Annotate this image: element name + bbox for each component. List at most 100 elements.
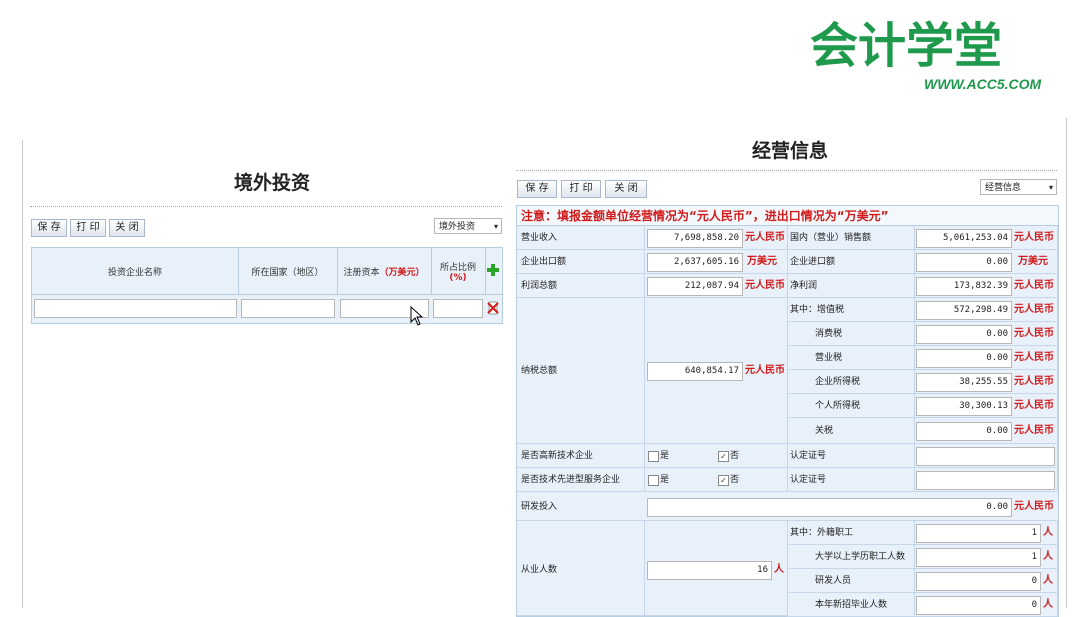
col-header-capital: 注册资本 （万美元） bbox=[337, 248, 432, 294]
advservice-yes-checkbox[interactable] bbox=[648, 475, 659, 486]
left-select-value: 境外投资 bbox=[439, 222, 476, 232]
net-profit-input[interactable]: 173,832.39 bbox=[916, 277, 1012, 296]
foreign-staff-label: 其中：外籍职工 bbox=[790, 528, 854, 538]
hightech-cert-input[interactable] bbox=[916, 447, 1055, 466]
rd-staff-unit: 人 bbox=[1043, 575, 1053, 586]
col-header-ratio: 所占比例 (%) bbox=[431, 248, 486, 294]
customs-unit: 元人民币 bbox=[1014, 425, 1054, 436]
left-save-button[interactable]: 保 存 bbox=[31, 219, 67, 237]
advservice-label: 是否技术先进型服务企业 bbox=[521, 475, 621, 485]
college-unit: 人 bbox=[1043, 551, 1053, 562]
add-row-icon[interactable] bbox=[487, 264, 499, 276]
college-input[interactable]: 1 bbox=[916, 548, 1041, 567]
net-profit-unit: 元人民币 bbox=[1014, 280, 1054, 291]
foreign-staff-unit: 人 bbox=[1043, 527, 1053, 538]
domestic-sales-label: 国内（营业）销售额 bbox=[790, 233, 872, 243]
customs-input[interactable]: 0.00 bbox=[916, 422, 1012, 441]
tax-total-label: 纳税总额 bbox=[521, 366, 558, 376]
tax-total-input[interactable]: 640,854.17 bbox=[647, 362, 743, 381]
export-label: 企业出口额 bbox=[521, 257, 567, 267]
logo-url: WWW.ACC5.COM bbox=[924, 76, 1042, 92]
vat-input[interactable]: 572,298.49 bbox=[916, 301, 1012, 320]
right-close-button[interactable]: 关 闭 bbox=[605, 180, 647, 198]
import-unit: 万美元 bbox=[1018, 256, 1048, 267]
consumption-input[interactable]: 0.00 bbox=[916, 325, 1012, 344]
profit-input[interactable]: 212,087.94 bbox=[647, 277, 743, 296]
rd-input[interactable]: 0.00 bbox=[647, 498, 1012, 517]
vat-label: 其中：增值税 bbox=[790, 305, 845, 315]
left-module-select[interactable]: 境外投资 ▾ bbox=[434, 218, 502, 234]
advservice-yes-label: 是 bbox=[660, 475, 670, 485]
col-header-company: 投资企业名称 bbox=[32, 248, 239, 294]
personal-tax-input[interactable]: 30,300.13 bbox=[916, 397, 1012, 416]
hightech-yes-checkbox[interactable] bbox=[648, 451, 659, 462]
employees-label: 从业人数 bbox=[521, 565, 558, 575]
mouse-cursor-icon bbox=[410, 305, 424, 329]
tax-total-unit: 元人民币 bbox=[745, 365, 785, 376]
revenue-unit: 元人民币 bbox=[745, 232, 785, 243]
personal-tax-unit: 元人民币 bbox=[1014, 400, 1054, 411]
col-capital-unit: （万美元） bbox=[379, 267, 425, 278]
customs-label: 关税 bbox=[815, 426, 834, 436]
right-save-button[interactable]: 保 存 bbox=[517, 180, 557, 198]
profit-label: 利润总额 bbox=[521, 281, 558, 291]
left-border-line bbox=[22, 140, 23, 608]
new-grads-unit: 人 bbox=[1043, 599, 1053, 610]
net-profit-label: 净利润 bbox=[790, 281, 818, 291]
chevron-down-icon: ▾ bbox=[1048, 183, 1053, 192]
profit-unit: 元人民币 bbox=[745, 280, 785, 291]
advservice-cert-input[interactable] bbox=[916, 471, 1055, 490]
domestic-sales-unit: 元人民币 bbox=[1014, 232, 1054, 243]
hightech-cert-label: 认定证号 bbox=[790, 451, 827, 461]
right-page-title: 经营信息 bbox=[752, 140, 829, 162]
income-tax-unit: 元人民币 bbox=[1014, 376, 1054, 387]
new-grads-input[interactable]: 0 bbox=[916, 596, 1041, 615]
hightech-no-checkbox[interactable]: ✓ bbox=[718, 451, 729, 462]
export-unit: 万美元 bbox=[747, 256, 777, 267]
right-module-select[interactable]: 经营信息 ▾ bbox=[980, 179, 1057, 195]
rd-staff-label: 研发人员 bbox=[815, 576, 852, 586]
personal-tax-label: 个人所得税 bbox=[815, 401, 861, 411]
hightech-label: 是否高新技术企业 bbox=[521, 451, 594, 461]
domestic-sales-input[interactable]: 5,061,253.04 bbox=[916, 229, 1012, 248]
rd-label: 研发投入 bbox=[521, 502, 558, 512]
left-print-button[interactable]: 打 印 bbox=[70, 219, 106, 237]
col-ratio-unit: (%) bbox=[449, 272, 467, 283]
overseas-investment-table: 投资企业名称 所在国家（地区） 注册资本 （万美元） 所占比例 (%) bbox=[31, 247, 503, 324]
revenue-input[interactable]: 7,698,858.20 bbox=[647, 229, 743, 248]
right-border-line bbox=[1066, 118, 1067, 608]
import-input[interactable]: 0.00 bbox=[916, 253, 1012, 272]
foreign-staff-input[interactable]: 1 bbox=[916, 524, 1041, 543]
right-title-divider bbox=[516, 170, 1057, 171]
advservice-no-checkbox[interactable]: ✓ bbox=[718, 475, 729, 486]
employees-input[interactable]: 16 bbox=[647, 561, 772, 580]
hightech-no-label: 否 bbox=[730, 451, 740, 461]
chevron-down-icon: ▾ bbox=[493, 222, 498, 231]
consumption-unit: 元人民币 bbox=[1014, 328, 1054, 339]
hightech-yes-label: 是 bbox=[660, 451, 670, 461]
company-name-input[interactable] bbox=[34, 299, 237, 318]
left-close-button[interactable]: 关 闭 bbox=[109, 219, 145, 237]
revenue-label: 营业收入 bbox=[521, 233, 558, 243]
country-input[interactable] bbox=[241, 299, 335, 318]
export-input[interactable]: 2,637,605.16 bbox=[647, 253, 743, 272]
rd-unit: 元人民币 bbox=[1014, 501, 1054, 512]
col-capital-label: 注册资本 bbox=[343, 267, 380, 278]
business-tax-unit: 元人民币 bbox=[1014, 352, 1054, 363]
rd-staff-input[interactable]: 0 bbox=[916, 572, 1041, 591]
income-tax-input[interactable]: 38,255.55 bbox=[916, 373, 1012, 392]
header-divider bbox=[32, 294, 502, 295]
col-header-country: 所在国家（地区） bbox=[238, 248, 338, 294]
ratio-input[interactable] bbox=[433, 299, 483, 318]
business-tax-label: 营业税 bbox=[815, 353, 843, 363]
left-page-title: 境外投资 bbox=[234, 172, 311, 194]
business-tax-input[interactable]: 0.00 bbox=[916, 349, 1012, 368]
income-tax-label: 企业所得税 bbox=[815, 377, 861, 387]
col-country-label: 所在国家（地区） bbox=[251, 267, 324, 278]
new-grads-label: 本年新招毕业人数 bbox=[815, 600, 888, 610]
import-label: 企业进口额 bbox=[790, 257, 836, 267]
consumption-label: 消费税 bbox=[815, 329, 843, 339]
col-company-label: 投资企业名称 bbox=[107, 267, 162, 278]
delete-row-icon[interactable] bbox=[487, 301, 499, 315]
right-print-button[interactable]: 打 印 bbox=[561, 180, 601, 198]
